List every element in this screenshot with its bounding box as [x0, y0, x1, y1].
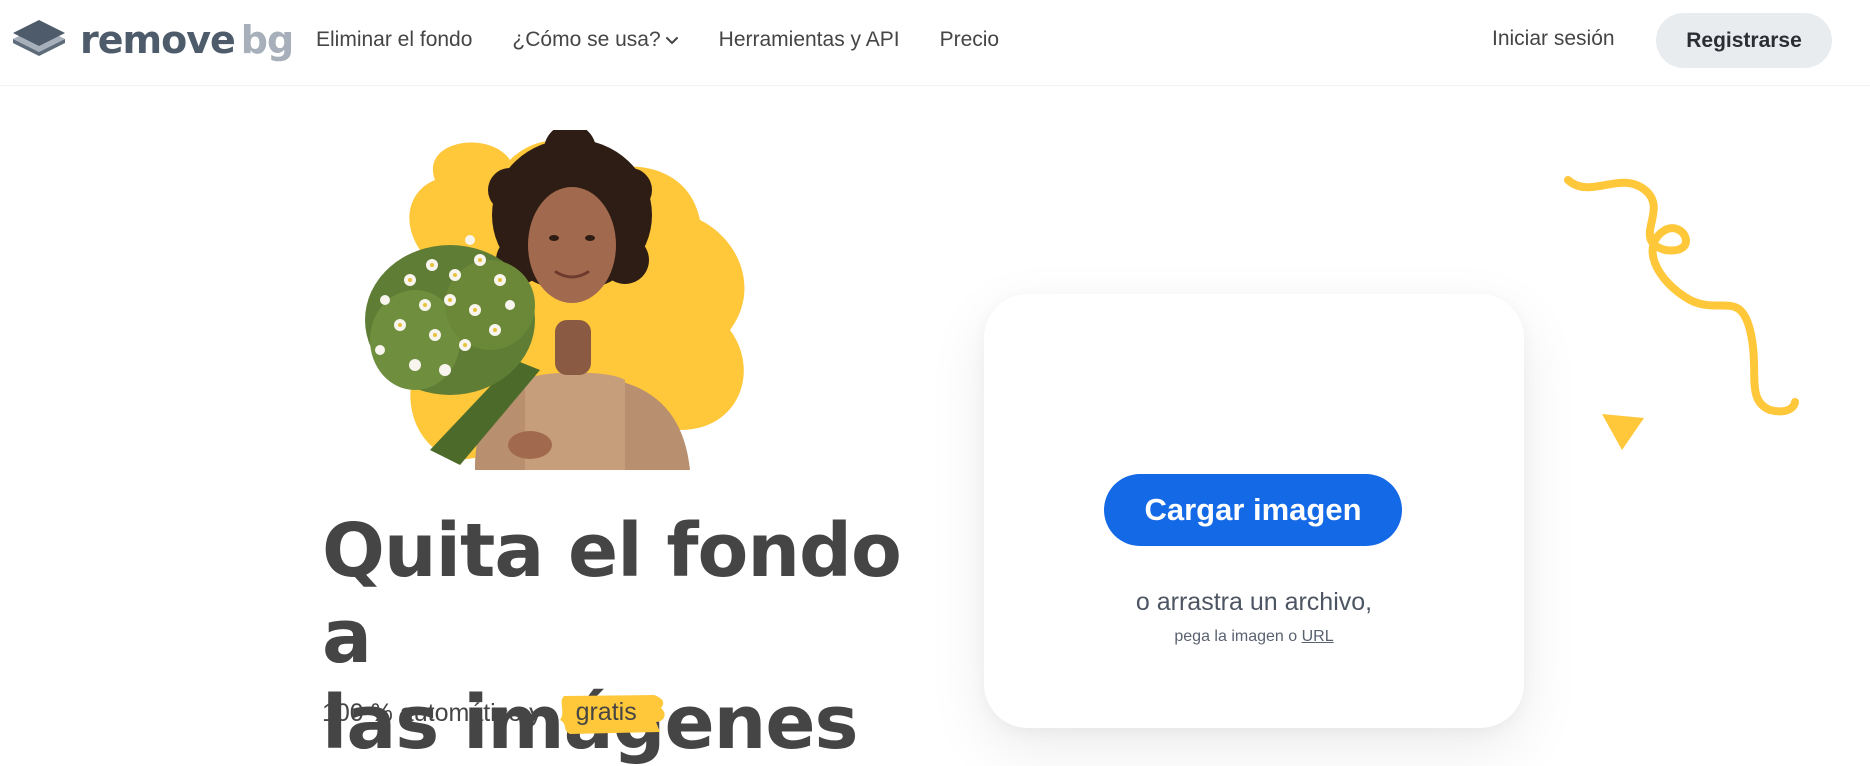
hero-heading-line1: Quita el fondo a: [322, 508, 902, 680]
hero-subtitle-text: 100 % automático y: [322, 699, 542, 727]
logo-remove-text: remove: [80, 18, 236, 62]
layered-diamond-logo-icon: [13, 20, 65, 56]
removebg-logo[interactable]: remove bg: [12, 18, 294, 62]
logo-wordmark: remove bg: [80, 18, 294, 62]
yellow-squiggle-decoration: [1560, 170, 1810, 435]
main-nav: Eliminar el fondo ¿Cómo se usa? Herramie…: [316, 0, 1039, 80]
upload-image-button[interactable]: Cargar imagen: [1104, 474, 1402, 546]
nav-remove-background[interactable]: Eliminar el fondo: [316, 28, 472, 52]
hero-illustration: [340, 124, 820, 470]
paste-hint: pega la imagen o URL: [984, 628, 1524, 646]
gratis-text: gratis: [575, 698, 637, 726]
nav-pricing[interactable]: Precio: [940, 28, 1000, 52]
squiggle-line-icon: [1564, 176, 1799, 416]
woman-with-flowers-image: [365, 124, 745, 470]
nav-how-to-use-label: ¿Cómo se usa?: [512, 28, 661, 51]
hero-subtitle: 100 % automático y gratis: [322, 695, 665, 734]
top-navbar: remove bg Eliminar el fondo ¿Cómo se usa?…: [0, 0, 1870, 86]
logo-bg-text: bg: [240, 18, 294, 62]
nav-how-to-use[interactable]: ¿Cómo se usa?: [512, 28, 678, 52]
paste-hint-text: pega la imagen o: [1174, 628, 1298, 645]
signup-button[interactable]: Registrarse: [1656, 13, 1832, 68]
url-link[interactable]: URL: [1302, 628, 1334, 645]
drag-drop-text: o arrastra un archivo,: [1135, 588, 1373, 616]
yellow-triangle-decoration: [1600, 410, 1646, 457]
triangle-icon: [1602, 414, 1644, 450]
login-link[interactable]: Iniciar sesión: [1492, 27, 1615, 51]
nav-tools-api[interactable]: Herramientas y API: [719, 28, 900, 52]
chevron-down-icon: [665, 28, 679, 52]
upload-card[interactable]: Cargar imagen o arrastra un archivo, peg…: [984, 294, 1524, 728]
gratis-highlight: gratis: [556, 695, 665, 734]
